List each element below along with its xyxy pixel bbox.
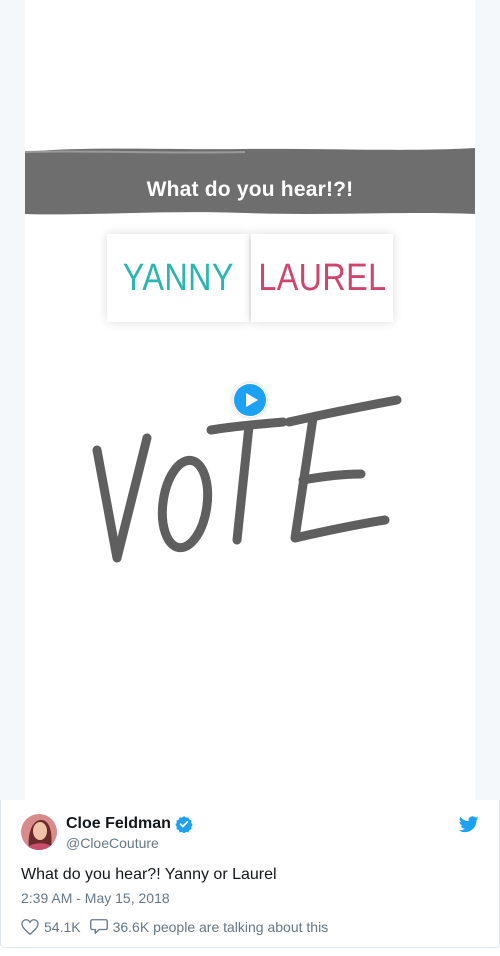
- option-laurel: LAUREL: [251, 234, 393, 322]
- like-action[interactable]: 54.1K: [21, 919, 81, 935]
- avatar[interactable]: [21, 814, 57, 850]
- conversation-action[interactable]: 36.6K people are talking about this: [89, 918, 329, 935]
- video-player[interactable]: What do you hear!?! YANNY LAUREL: [25, 0, 475, 800]
- tweet-text: What do you hear?! Yanny or Laurel: [21, 866, 277, 883]
- like-count: 54.1K: [44, 918, 81, 935]
- play-icon: [234, 384, 266, 416]
- option-yanny: YANNY: [107, 234, 249, 322]
- verified-badge-icon: [175, 816, 193, 833]
- speech-bubble-icon: [89, 919, 108, 934]
- option-laurel-label: LAUREL: [257, 256, 387, 299]
- heart-icon: [21, 918, 39, 935]
- talking-count: 36.6K people are talking about this: [112, 918, 329, 935]
- banner-text: What do you hear!?!: [146, 178, 354, 201]
- option-yanny-label: YANNY: [122, 256, 234, 299]
- tweet-timestamp[interactable]: 2:39 AM - May 15, 2018: [21, 890, 170, 906]
- vote-handwriting: [92, 395, 402, 563]
- author-handle[interactable]: @CloeCouture: [66, 835, 159, 851]
- tweet-card[interactable]: Cloe Feldman @CloeCouture What do you he…: [0, 800, 500, 948]
- play-button[interactable]: [233, 383, 267, 417]
- tweet-actions: 54.1K 36.6K people are talking about thi…: [21, 918, 337, 935]
- twitter-bird-icon[interactable]: [459, 816, 479, 833]
- author-row: Cloe Feldman: [66, 815, 193, 833]
- author-name[interactable]: Cloe Feldman: [66, 815, 171, 833]
